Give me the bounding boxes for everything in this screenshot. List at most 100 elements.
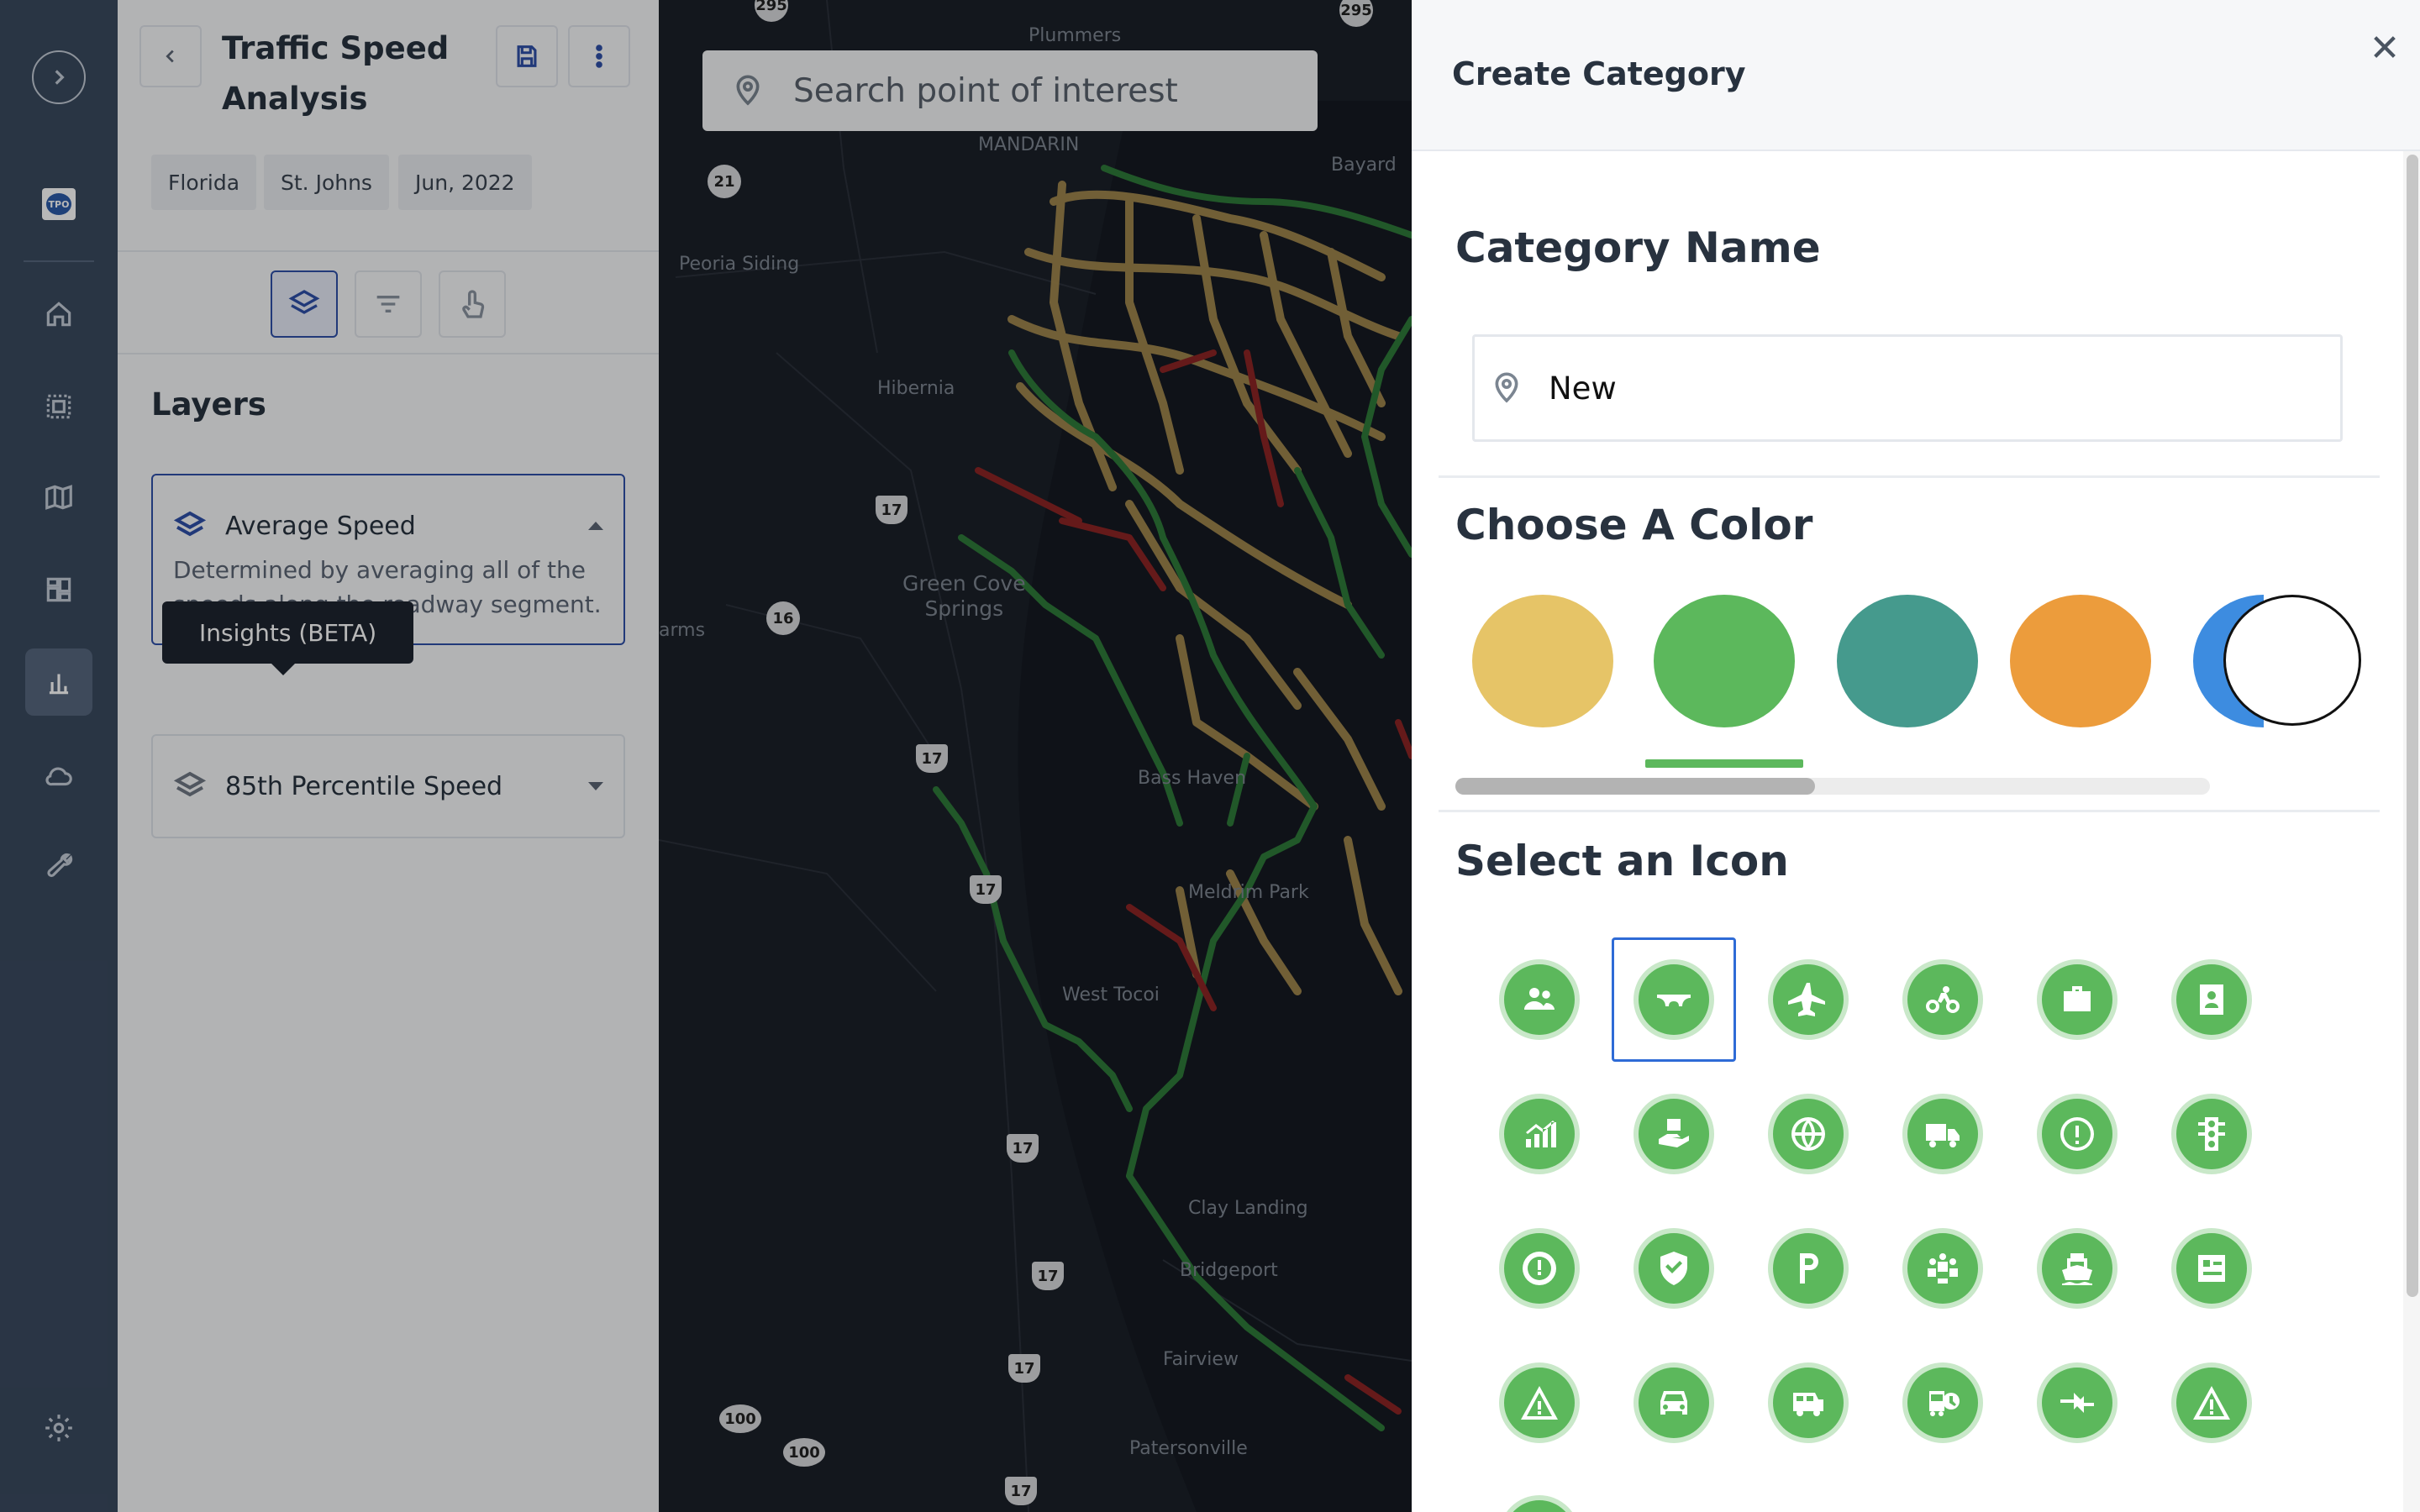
color-swatch-strip[interactable] (1472, 593, 2264, 736)
nav-dashboard-button[interactable] (25, 556, 92, 623)
icon-option-car-front[interactable] (1612, 1341, 1736, 1465)
highway-shield: 100 (719, 1404, 761, 1433)
section-divider (1439, 810, 2380, 812)
nav-map-button[interactable] (25, 464, 92, 531)
chip-county: St. Johns (264, 155, 389, 210)
back-button[interactable] (139, 25, 202, 87)
icon-option-community[interactable] (1881, 1206, 2005, 1331)
icon-option-globe[interactable] (1746, 1072, 1870, 1196)
map-label: West Tocoi (1062, 984, 1160, 1005)
icon-option-warning-triangle[interactable] (1477, 1341, 1602, 1465)
poi-search[interactable] (702, 50, 1318, 131)
people-icon (1524, 988, 1555, 1010)
color-swatch-teal[interactable] (1837, 595, 1978, 727)
icon-option-id-card[interactable] (2149, 1206, 2274, 1331)
nav-home-button[interactable] (25, 281, 92, 348)
hand-box-icon (1659, 1119, 1689, 1147)
collapse-icon[interactable] (588, 522, 603, 530)
id-card-icon (2198, 1255, 2225, 1282)
gear-icon (45, 1415, 72, 1441)
map-label: Bridgeport (1180, 1260, 1278, 1281)
layer-card-85th-percentile[interactable]: 85th Percentile Speed (151, 734, 625, 838)
cloud-icon (45, 767, 72, 786)
globe-icon (1791, 1117, 1825, 1151)
icon-option-ferry[interactable] (2015, 1206, 2139, 1331)
icon-option-alert-ring[interactable] (1477, 1206, 1602, 1331)
nav-settings-button[interactable] (25, 1394, 92, 1462)
map-label: MANDARIN (978, 134, 1080, 155)
icon-option-airplane[interactable] (1746, 937, 1870, 1062)
save-button[interactable] (496, 25, 558, 87)
tab-filters[interactable] (355, 270, 422, 338)
more-options-button[interactable] (568, 25, 630, 87)
tab-interact[interactable] (439, 270, 506, 338)
alert-circle-icon (2060, 1117, 2094, 1151)
highway-shield: 17 (970, 875, 1002, 904)
nav-tools-button[interactable] (25, 833, 92, 900)
layer-name: 85th Percentile Speed (225, 771, 503, 801)
panel-divider (118, 250, 659, 252)
chip-state: Florida (151, 155, 257, 210)
ferry-icon (2062, 1253, 2092, 1285)
highway-shield: 17 (1008, 1354, 1040, 1383)
icon-option-bridge[interactable] (1612, 937, 1736, 1062)
icon-option-alert-circle[interactable] (2015, 1072, 2139, 1196)
drawer-scroll-thumb[interactable] (2407, 155, 2418, 1297)
nav-insights-button[interactable] (25, 648, 92, 716)
close-button[interactable] (2366, 29, 2403, 66)
rail-divider (24, 260, 94, 262)
select-area-icon (46, 394, 71, 419)
dashboard-icon (46, 577, 71, 602)
map-label: Peoria Siding (679, 254, 800, 275)
color-scroll-thumb[interactable] (1455, 778, 1815, 795)
layers-icon (173, 771, 207, 797)
icon-option-truck[interactable] (1881, 1072, 2005, 1196)
car-front-icon (1660, 1391, 1687, 1415)
chevron-left-icon (166, 50, 174, 63)
expand-icon[interactable] (588, 782, 603, 790)
highway-shield: 17 (1032, 1262, 1064, 1290)
panel-divider (118, 353, 659, 354)
icon-option-merge-arrows[interactable] (2015, 1341, 2139, 1465)
icon-option-road-warning[interactable] (2149, 1341, 2274, 1465)
layers-heading: Layers (151, 386, 266, 423)
location-pin-icon (1495, 372, 1518, 403)
map-label: Hibernia (877, 378, 955, 399)
icon-option-people[interactable] (1477, 937, 1602, 1062)
bicycle-icon (1926, 986, 1960, 1013)
icon-option-bus-clock[interactable] (1881, 1341, 2005, 1465)
icon-option-parking[interactable] (1746, 1206, 1870, 1331)
color-swatch-yellow[interactable] (1472, 595, 1613, 727)
expand-rail-button[interactable] (32, 50, 86, 104)
icon-option-briefcase[interactable] (2015, 937, 2139, 1062)
selected-color-indicator (1645, 759, 1803, 768)
traffic-light-icon (2198, 1117, 2225, 1151)
contact-card-icon (2200, 984, 2223, 1015)
filter-icon (376, 296, 400, 312)
icon-option-contact-card[interactable] (2149, 937, 2274, 1062)
icon-option-bicycle[interactable] (1881, 937, 2005, 1062)
icon-option-chart-growth[interactable] (1477, 1072, 1602, 1196)
icon-option-shield-check[interactable] (1612, 1206, 1736, 1331)
highway-shield: 100 (783, 1438, 825, 1467)
nav-select-area-button[interactable] (25, 373, 92, 440)
section-divider (1439, 475, 2380, 478)
insights-tooltip: Insights (BETA) (162, 601, 414, 675)
icon-option-partial[interactable] (1477, 1475, 1602, 1512)
category-name-input[interactable] (1549, 370, 2305, 407)
nav-cloud-button[interactable] (25, 743, 92, 810)
icon-option-bus[interactable] (1746, 1341, 1870, 1465)
color-swatch-custom[interactable] (2223, 595, 2361, 726)
map-label: arms (659, 620, 706, 641)
color-swatch-orange[interactable] (2010, 595, 2151, 727)
icon-option-traffic-light[interactable] (2149, 1072, 2274, 1196)
warning-triangle-icon (1521, 1386, 1558, 1420)
bus-icon (1793, 1393, 1823, 1416)
map-view[interactable]: Plummers MANDARIN Bayard Peoria Siding H… (659, 0, 1412, 1512)
map-label: Bayard (1331, 155, 1397, 176)
color-swatch-green[interactable] (1654, 595, 1795, 727)
icon-option-hand-box[interactable] (1612, 1072, 1736, 1196)
search-input[interactable] (793, 71, 1264, 110)
tab-layers[interactable] (271, 270, 338, 338)
category-name-field[interactable] (1472, 334, 2343, 442)
